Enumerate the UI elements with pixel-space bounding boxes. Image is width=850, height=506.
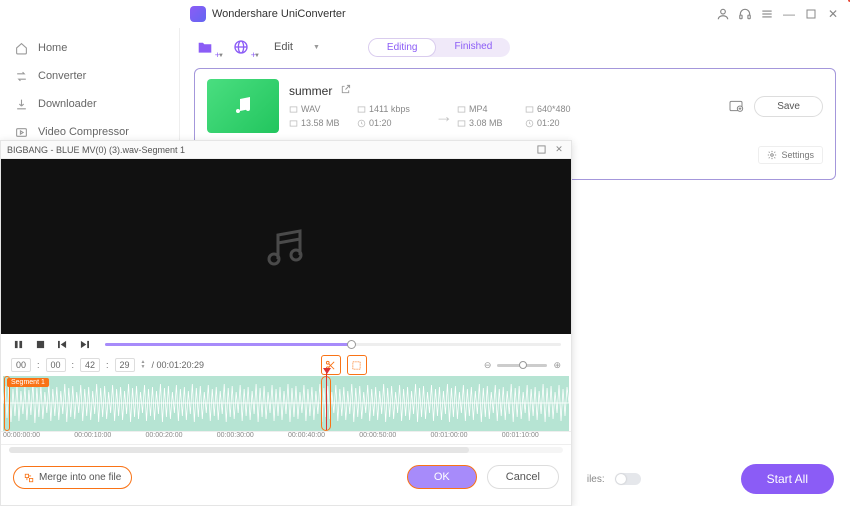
tab-editing[interactable]: Editing [368,38,437,57]
ruler-tick: 00:00:30:00 [215,432,286,444]
sidebar-item-converter[interactable]: Converter [0,62,179,90]
compress-icon [14,125,28,139]
minimize-icon[interactable]: — [782,7,796,21]
add-url-button[interactable]: +▼ [230,36,252,58]
converter-icon [14,69,28,83]
merge-switch[interactable] [615,473,641,485]
editor-waveform[interactable]: Segment 1 /*placeholder*/ [1,376,571,431]
ok-button[interactable]: OK [407,465,477,489]
ruler-tick: 00:00:10:00 [72,432,143,444]
tab-toggle: Editing Finished [368,38,510,57]
stop-button[interactable] [33,337,47,351]
playhead-marker[interactable] [326,370,327,430]
delete-tool-button[interactable] [347,355,367,375]
menu-icon[interactable] [760,7,774,21]
ruler-tick: 00:01:10:00 [500,432,571,444]
save-button[interactable]: Save [754,96,823,117]
ruler-tick: 00:00:40:00 [286,432,357,444]
add-file-button[interactable]: +▼ [194,36,216,58]
pause-button[interactable] [11,337,25,351]
open-external-icon[interactable] [340,84,351,98]
src-size: 13.58 MB [289,118,347,128]
ruler-tick: 00:00:00:00 [1,432,72,444]
edit-dropdown[interactable]: Edit▼ [266,38,328,56]
download-icon [14,97,28,111]
dst-duration: 01:20 [525,118,593,128]
titlebar: Wondershare UniConverter — ✕ [0,0,850,28]
editor-maximize-icon[interactable] [535,144,547,156]
prev-button[interactable] [55,337,69,351]
src-format: WAV [289,104,347,114]
sidebar-label: Converter [38,70,86,82]
merge-button[interactable]: Merge into one file [13,466,132,489]
time-minutes[interactable]: 00 [46,358,66,372]
toolbar: +▼ +▼ Edit▼ Editing Finished [194,36,836,58]
editor-preview [1,159,571,334]
editor-scrollbar[interactable] [9,447,563,453]
editor-titlebar: BIGBANG - BLUE MV(0) (3).wav-Segment 1 ✕ [1,141,571,159]
editor-title: BIGBANG - BLUE MV(0) (3).wav-Segment 1 [7,145,185,155]
account-icon[interactable] [716,7,730,21]
sidebar-item-downloader[interactable]: Downloader [0,90,179,118]
zoom-slider[interactable] [497,364,547,367]
titlebar-right: — ✕ [716,7,840,21]
time-spinner[interactable]: ▲▼ [141,360,146,370]
headset-icon[interactable] [738,7,752,21]
close-icon[interactable]: ✕ [826,7,840,21]
settings-button[interactable]: Settings [758,146,823,164]
editor-close-icon[interactable]: ✕ [553,144,565,156]
file-title: summer [289,84,332,98]
editor-timebar: 00: 00: 42: 29 ▲▼ / 00:01:20:29 ⊖ ⊕ [1,354,571,376]
output-folder-icon[interactable] [728,98,744,114]
time-frames[interactable]: 29 [115,358,135,372]
zoom-out-icon[interactable]: ⊖ [484,360,492,371]
merge-switch-label: iles: [587,474,605,485]
editor-window: BIGBANG - BLUE MV(0) (3).wav-Segment 1 ✕… [0,140,572,506]
titlebar-left: Wondershare UniConverter [190,6,346,22]
editor-playback-controls [1,334,571,354]
src-bitrate: 1411 kbps [357,104,425,114]
maximize-icon[interactable] [804,7,818,21]
editor-footer: Merge into one file OK Cancel [1,455,571,499]
editor-ruler: 00:00:00:00 00:00:10:00 00:00:20:00 00:0… [1,431,571,445]
start-all-button[interactable]: Start All [741,464,834,494]
app-logo [190,6,206,22]
segment-label: Segment 1 [7,378,49,387]
home-icon [14,41,28,55]
sidebar-item-home[interactable]: Home [0,34,179,62]
file-thumbnail[interactable] [207,79,279,133]
src-duration: 01:20 [357,118,425,128]
cancel-button[interactable]: Cancel [487,465,559,489]
ruler-tick: 00:00:50:00 [357,432,428,444]
dst-format: MP4 [457,104,515,114]
time-seconds[interactable]: 42 [80,358,100,372]
sidebar-label: Video Compressor [38,126,129,138]
ruler-tick: 00:01:00:00 [429,432,500,444]
dst-res: 640*480 [525,104,593,114]
dst-size: 3.08 MB [457,118,515,128]
tab-finished[interactable]: Finished [436,38,510,57]
next-button[interactable] [77,337,91,351]
arrow-icon: → [435,106,447,127]
time-total: / 00:01:20:29 [152,360,205,370]
segment-start-handle[interactable] [4,376,10,431]
editor-seek-slider[interactable] [105,343,561,346]
sidebar-label: Home [38,42,67,54]
zoom-in-icon[interactable]: ⊕ [553,360,561,371]
sidebar-label: Downloader [38,98,97,110]
ruler-tick: 00:00:20:00 [144,432,215,444]
waveform-svg: /*placeholder*/ [3,376,569,431]
app-title: Wondershare UniConverter [212,8,346,20]
time-hours[interactable]: 00 [11,358,31,372]
file-title-row: summer [289,84,718,98]
